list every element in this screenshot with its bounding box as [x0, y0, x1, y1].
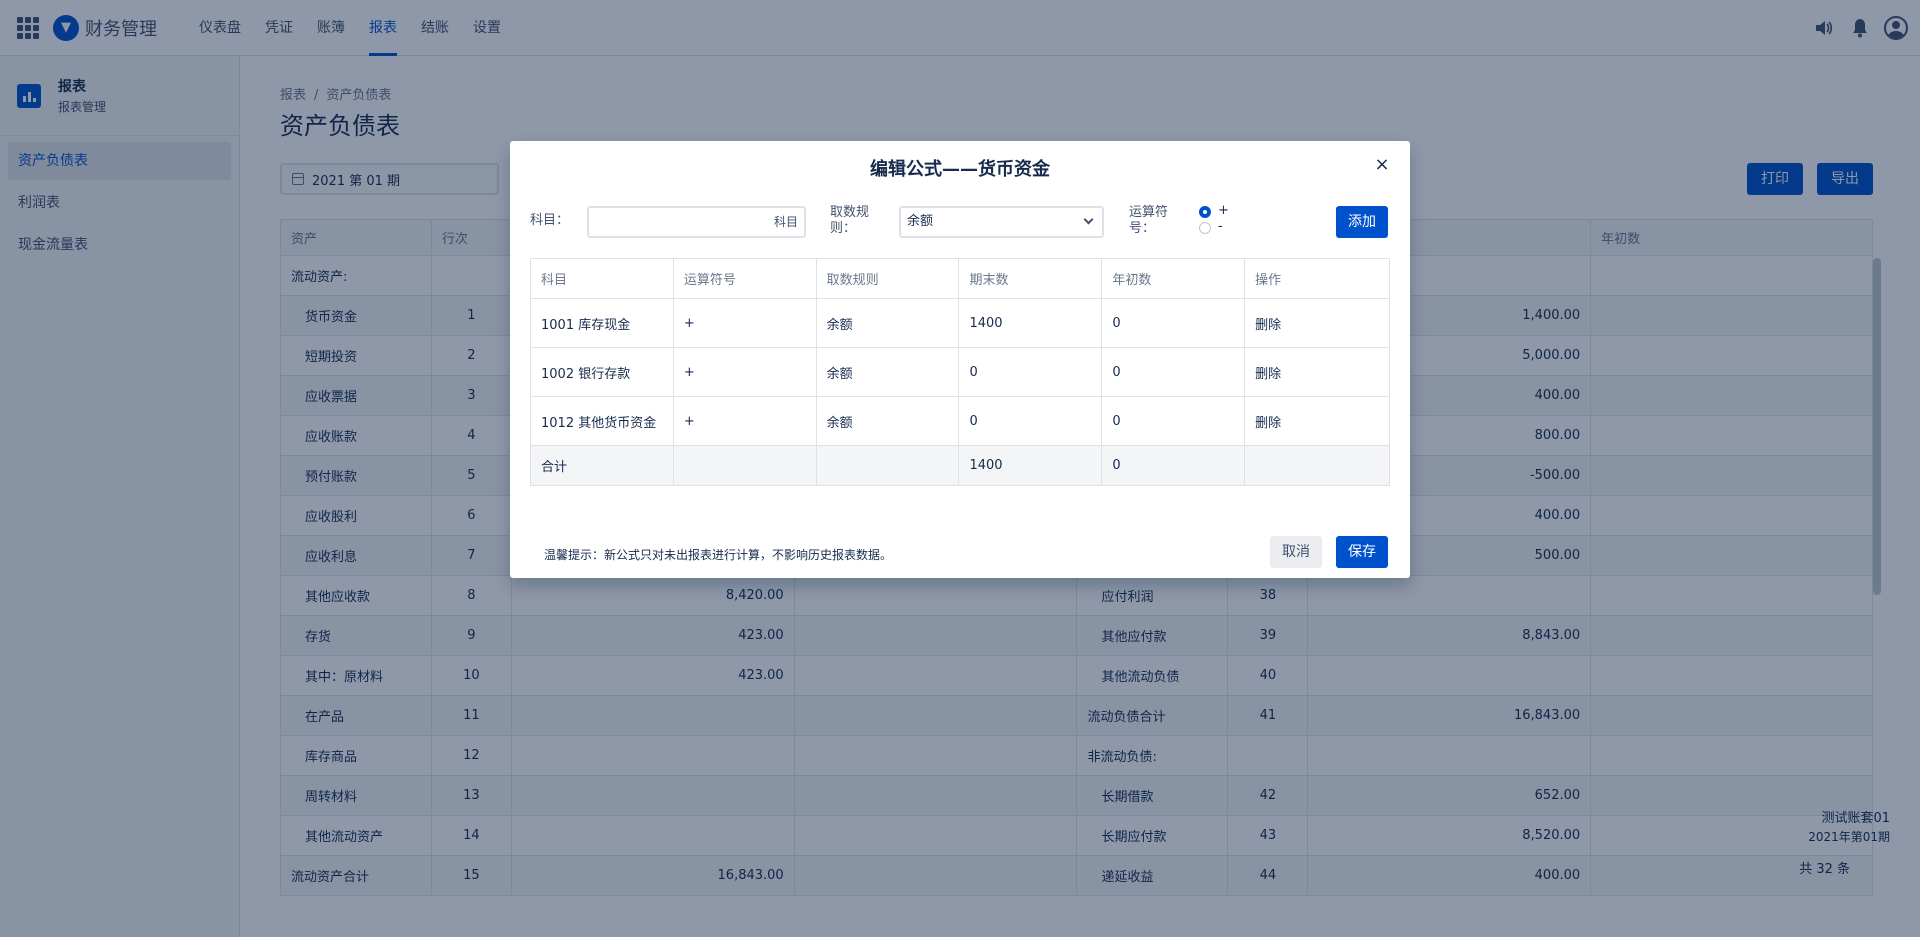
delete-link[interactable]: 删除 [1244, 298, 1390, 348]
total-empty-cell [1244, 445, 1390, 486]
begin-cell: 0 [1101, 396, 1246, 446]
total-end: 1400 [958, 445, 1103, 486]
radio-plus-label: + [1218, 203, 1229, 218]
radio-minus-label: - [1218, 219, 1223, 234]
modal-title: 编辑公式——货币资金 [870, 159, 1050, 180]
col-header-rule: 取数规则 [815, 258, 960, 299]
add-button[interactable]: 添加 [1336, 206, 1388, 238]
col-header-operator: 运算符号 [672, 258, 817, 299]
subject-cell: 1001 库存现金 [530, 298, 674, 348]
end-cell: 0 [958, 347, 1103, 397]
formula-row: 1002 银行存款 + 余额 0 0 删除 [530, 347, 1390, 397]
operator-cell: + [672, 347, 817, 397]
formula-row: 1012 其他货币资金 + 余额 0 0 删除 [530, 396, 1390, 446]
hint-text: 温馨提示：新公式只对未出报表进行计算，不影响历史报表数据。 [544, 548, 893, 562]
operator-label: 运算符 号： [1129, 205, 1169, 236]
col-header-action: 操作 [1244, 258, 1390, 299]
edit-formula-modal: 编辑公式——货币资金 × 科目： 科目 取数规 则： 余额 运算符 号： + - 添… [510, 141, 1410, 578]
total-begin: 0 [1101, 445, 1246, 486]
save-button[interactable]: 保存 [1336, 536, 1388, 568]
formula-header-row: 科目 运算符号 取数规则 期末数 年初数 操作 [530, 258, 1390, 299]
rule-cell: 余额 [815, 298, 960, 348]
delete-link[interactable]: 删除 [1244, 347, 1390, 397]
begin-cell: 0 [1101, 347, 1246, 397]
subject-cell: 1002 银行存款 [530, 347, 674, 397]
operator-cell: + [672, 396, 817, 446]
total-empty-cell [815, 445, 960, 486]
total-empty-cell [672, 445, 817, 486]
rule-cell: 余额 [815, 347, 960, 397]
radio-plus[interactable] [1199, 206, 1211, 218]
subject-cell: 1012 其他货币资金 [530, 396, 674, 446]
delete-link[interactable]: 删除 [1244, 396, 1390, 446]
cancel-button[interactable]: 取消 [1270, 536, 1322, 568]
subject-input[interactable]: 科目 [587, 206, 806, 238]
col-header-end: 期末数 [958, 258, 1103, 299]
operator-cell: + [672, 298, 817, 348]
end-cell: 1400 [958, 298, 1103, 348]
rule-select-value: 余额 [907, 214, 934, 229]
formula-table: 科目 运算符号 取数规则 期末数 年初数 操作 1001 库存现金 + 余额 1… [530, 258, 1390, 486]
formula-row: 1001 库存现金 + 余额 1400 0 删除 [530, 298, 1390, 348]
chevron-down-icon [1083, 214, 1094, 225]
rule-cell: 余额 [815, 396, 960, 446]
radio-minus[interactable] [1199, 222, 1211, 234]
end-cell: 0 [958, 396, 1103, 446]
formula-total-row: 合计 1400 0 [530, 445, 1390, 486]
col-header-subject: 科目 [530, 258, 674, 299]
rule-label: 取数规 则： [830, 205, 870, 236]
total-label: 合计 [530, 445, 674, 486]
subject-label: 科目： [530, 213, 570, 228]
col-header-begin: 年初数 [1101, 258, 1246, 299]
close-icon[interactable]: × [1372, 155, 1392, 175]
rule-select[interactable]: 余额 [899, 206, 1104, 238]
begin-cell: 0 [1101, 298, 1246, 348]
